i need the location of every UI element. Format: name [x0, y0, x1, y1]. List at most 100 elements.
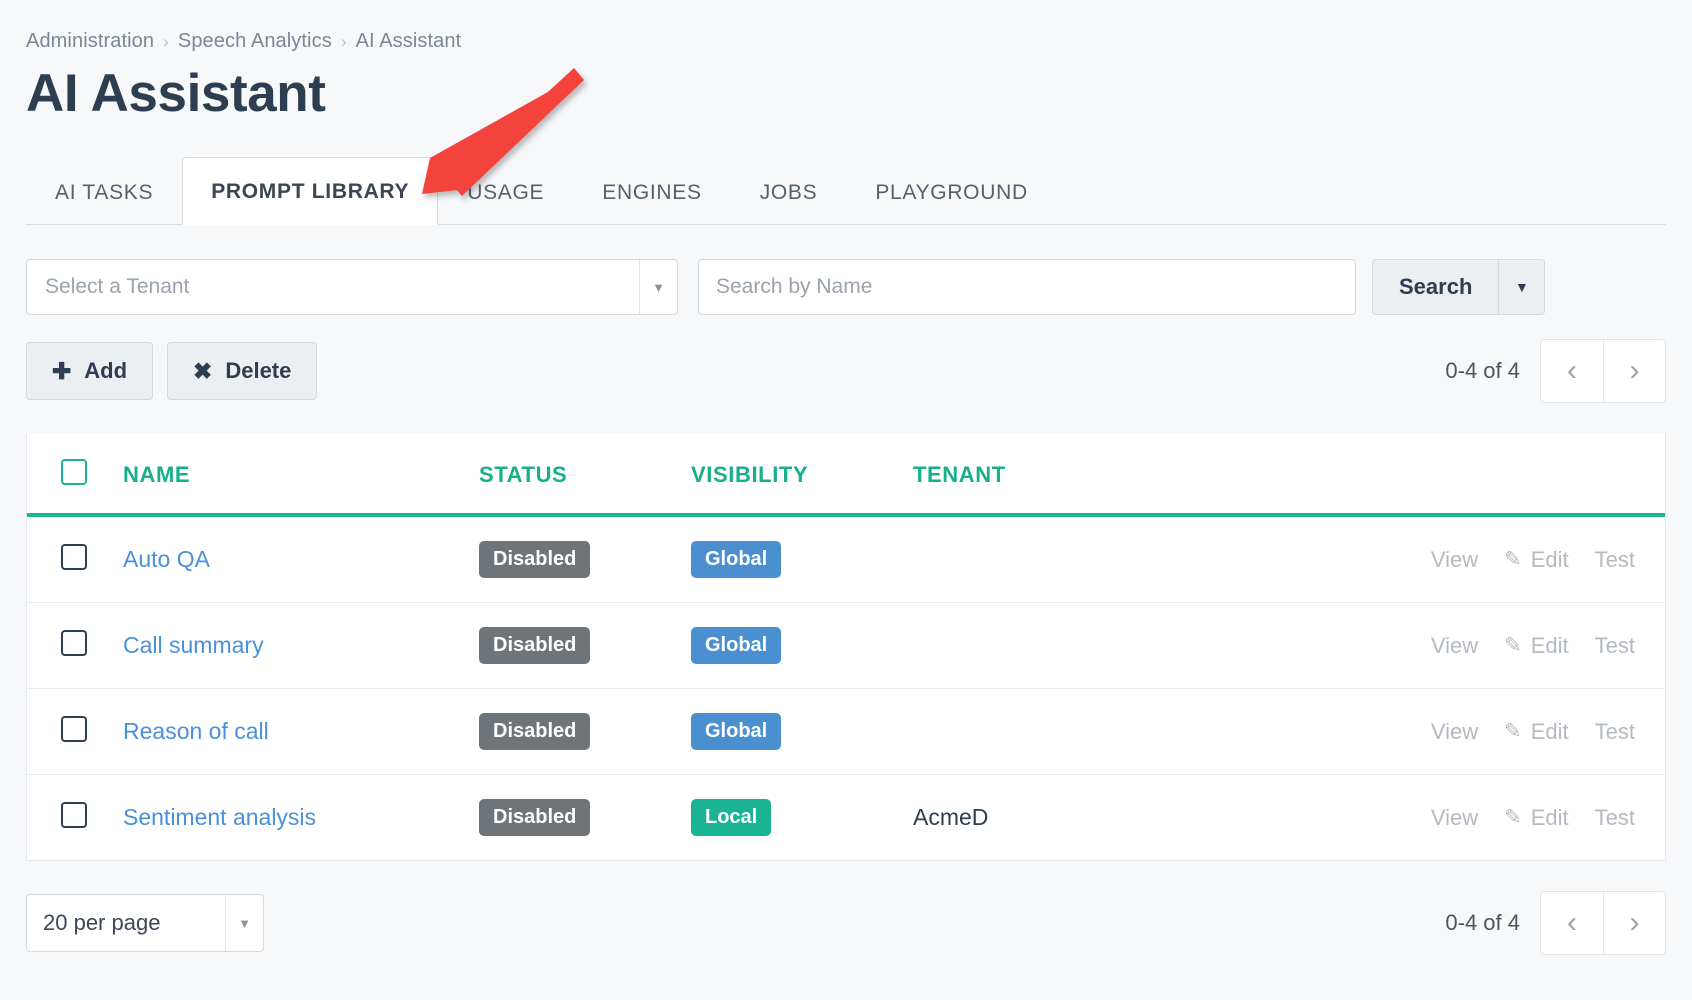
pagination-top: 0-4 of 4 ‹ ›	[1445, 339, 1666, 404]
column-header-visibility[interactable]: VISIBILITY	[691, 433, 913, 518]
test-action[interactable]: Test	[1595, 719, 1635, 745]
filter-row: Select a Tenant ▼ Search ▼	[26, 259, 1666, 316]
select-all-header	[27, 433, 123, 518]
edit-action-label: Edit	[1530, 718, 1569, 744]
test-action[interactable]: Test	[1595, 633, 1635, 659]
view-action[interactable]: View	[1431, 805, 1478, 831]
row-name-cell: Auto QA	[123, 515, 479, 604]
pagination-next-button-top[interactable]: ›	[1603, 340, 1665, 403]
row-status-cell: Disabled	[479, 602, 691, 690]
pagination-buttons-top: ‹ ›	[1540, 339, 1666, 404]
row-status-cell: Disabled	[479, 515, 691, 604]
tab-ai-tasks[interactable]: AI TASKS	[26, 158, 182, 225]
per-page-select[interactable]: 20 per page ▼	[26, 894, 264, 953]
row-actions: View ✎ Edit Test	[1243, 547, 1635, 573]
add-button[interactable]: ✚ Add	[26, 342, 154, 401]
search-input[interactable]	[698, 259, 1356, 316]
pagination-range-top: 0-4 of 4	[1445, 358, 1520, 384]
row-name-cell: Sentiment analysis	[123, 775, 479, 861]
row-status-cell: Disabled	[479, 775, 691, 861]
edit-action[interactable]: ✎ Edit	[1504, 719, 1569, 745]
row-tenant-cell	[913, 688, 1243, 776]
tab-playground[interactable]: PLAYGROUND	[846, 158, 1056, 225]
row-visibility-cell: Local	[691, 775, 913, 861]
table-row: Auto QA Disabled Global View ✎ Edit Test	[27, 515, 1665, 604]
table-row: Call summary Disabled Global View ✎ Edit…	[27, 602, 1665, 690]
row-checkbox[interactable]	[61, 544, 87, 571]
tab-bar: AI TASKS PROMPT LIBRARY USAGE ENGINES JO…	[26, 153, 1666, 226]
pencil-icon: ✎	[1504, 548, 1522, 572]
tenant-select[interactable]: Select a Tenant ▼	[26, 259, 678, 316]
prompt-library-table: NAME STATUS VISIBILITY TENANT Auto QA Di…	[26, 433, 1666, 862]
row-checkbox[interactable]	[61, 802, 87, 829]
pagination-next-button-bottom[interactable]: ›	[1603, 892, 1665, 955]
prompt-name-link[interactable]: Auto QA	[123, 546, 210, 572]
prompt-name-link[interactable]: Sentiment analysis	[123, 804, 316, 830]
search-button-group: Search ▼	[1372, 259, 1546, 316]
row-name-cell: Call summary	[123, 602, 479, 690]
row-visibility-cell: Global	[691, 688, 913, 776]
search-button[interactable]: Search	[1373, 260, 1499, 315]
column-header-status[interactable]: STATUS	[479, 433, 691, 518]
search-dropdown-caret-icon[interactable]: ▼	[1498, 260, 1545, 315]
test-action[interactable]: Test	[1595, 805, 1635, 831]
table-header-row: NAME STATUS VISIBILITY TENANT	[27, 433, 1665, 518]
edit-action[interactable]: ✎ Edit	[1504, 805, 1569, 831]
tenant-value: AcmeD	[913, 804, 989, 831]
row-select-cell	[27, 515, 123, 604]
row-actions: View ✎ Edit Test	[1243, 805, 1635, 831]
visibility-badge: Local	[691, 799, 772, 837]
table-toolbar: ✚ Add ✖ Delete 0-4 of 4 ‹ ›	[26, 339, 1666, 404]
edit-action-label: Edit	[1530, 546, 1569, 572]
breadcrumb-separator-icon: ›	[340, 31, 347, 51]
row-actions-cell: View ✎ Edit Test	[1243, 688, 1665, 776]
edit-action[interactable]: ✎ Edit	[1504, 633, 1569, 659]
cross-icon: ✖	[193, 357, 213, 384]
visibility-badge: Global	[691, 541, 782, 579]
row-checkbox[interactable]	[61, 716, 87, 743]
view-action[interactable]: View	[1431, 547, 1478, 573]
edit-action-label: Edit	[1530, 804, 1569, 830]
column-header-name[interactable]: NAME	[123, 433, 479, 518]
tab-prompt-library[interactable]: PROMPT LIBRARY	[182, 157, 439, 226]
breadcrumb: Administration › Speech Analytics › AI A…	[0, 0, 1692, 53]
edit-action[interactable]: ✎ Edit	[1504, 547, 1569, 573]
view-action[interactable]: View	[1431, 633, 1478, 659]
breadcrumb-item-administration[interactable]: Administration	[26, 30, 154, 53]
tab-engines[interactable]: ENGINES	[573, 158, 730, 225]
row-actions-cell: View ✎ Edit Test	[1243, 775, 1665, 861]
tenant-select-value: Select a Tenant	[45, 275, 190, 299]
row-tenant-cell	[913, 602, 1243, 690]
row-name-cell: Reason of call	[123, 688, 479, 776]
row-actions-cell: View ✎ Edit Test	[1243, 515, 1665, 604]
row-tenant-cell: AcmeD	[913, 775, 1243, 861]
row-checkbox[interactable]	[61, 630, 87, 657]
test-action[interactable]: Test	[1595, 547, 1635, 573]
tab-jobs[interactable]: JOBS	[731, 158, 847, 225]
tab-usage[interactable]: USAGE	[438, 158, 573, 225]
plus-icon: ✚	[52, 357, 72, 384]
row-visibility-cell: Global	[691, 602, 913, 690]
status-badge: Disabled	[479, 713, 591, 751]
chevron-down-icon[interactable]: ▼	[225, 895, 263, 952]
column-header-tenant[interactable]: TENANT	[913, 433, 1243, 518]
table-row: Sentiment analysis Disabled Local AcmeD …	[27, 775, 1665, 861]
pagination-prev-button-bottom[interactable]: ‹	[1541, 892, 1603, 955]
view-action[interactable]: View	[1431, 719, 1478, 745]
delete-button[interactable]: ✖ Delete	[167, 342, 318, 401]
row-status-cell: Disabled	[479, 688, 691, 776]
breadcrumb-item-speech-analytics[interactable]: Speech Analytics	[178, 30, 332, 53]
visibility-badge: Global	[691, 627, 782, 665]
row-actions: View ✎ Edit Test	[1243, 719, 1635, 745]
breadcrumb-item-ai-assistant[interactable]: AI Assistant	[356, 30, 462, 53]
status-badge: Disabled	[479, 541, 591, 579]
visibility-badge: Global	[691, 713, 782, 751]
row-actions-cell: View ✎ Edit Test	[1243, 602, 1665, 690]
prompt-name-link[interactable]: Reason of call	[123, 718, 269, 744]
prompt-name-link[interactable]: Call summary	[123, 632, 264, 658]
chevron-down-icon[interactable]: ▼	[639, 260, 677, 315]
row-select-cell	[27, 775, 123, 861]
pagination-prev-button-top[interactable]: ‹	[1541, 340, 1603, 403]
select-all-checkbox[interactable]	[61, 459, 87, 486]
pagination-buttons-bottom: ‹ ›	[1540, 891, 1666, 956]
